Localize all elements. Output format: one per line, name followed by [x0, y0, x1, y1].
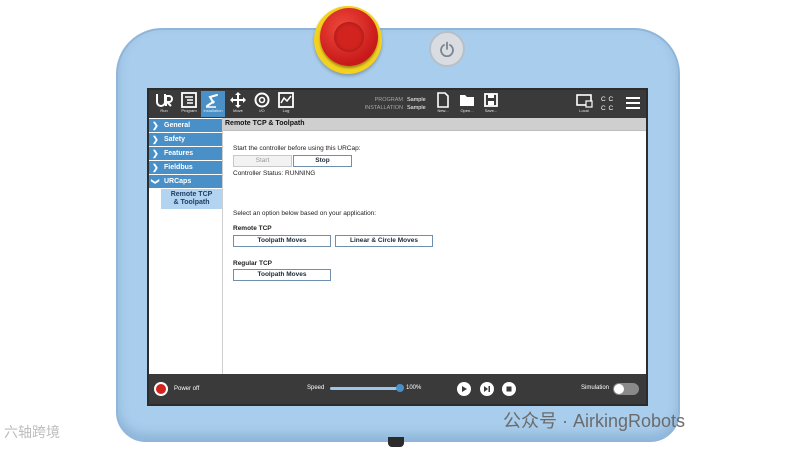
simulation-label: Simulation: [581, 385, 610, 391]
sidebar-item-label: Safety: [164, 136, 186, 143]
speed-label: Speed: [307, 385, 325, 391]
controller-status: Controller Status: RUNNING: [233, 170, 316, 177]
bottom-status-bar: Power off Speed 100% Simulation: [149, 374, 646, 404]
sidebar-item-features[interactable]: ❯ Features: [149, 147, 222, 160]
step-icon: [484, 386, 490, 392]
cc-indicator-top: C C: [601, 96, 614, 103]
tab-installation-label: Installation: [203, 108, 223, 113]
content-header: Remote TCP & Toolpath: [223, 118, 646, 131]
watermark-right-text: 公众号 · AirkingRobots: [503, 411, 686, 431]
regular-tcp-heading: Regular TCP: [233, 260, 273, 267]
sidebar-item-label: URCaps: [164, 178, 192, 185]
move-arrows-icon: [230, 92, 246, 108]
chevron-right-icon: ❯: [152, 163, 159, 172]
tab-run[interactable]: Run: [152, 91, 176, 117]
tab-io-label: I/O: [259, 108, 265, 113]
io-icon: [254, 92, 270, 108]
sidebar-item-general[interactable]: ❯ General: [149, 119, 222, 132]
sidebar-subitem-label-line2: & Toolpath: [173, 199, 210, 206]
stop-button[interactable]: Stop: [293, 155, 352, 167]
local-mode-button[interactable]: Local: [572, 91, 596, 117]
power-icon: [440, 41, 454, 57]
regular-toolpath-moves-button[interactable]: Toolpath Moves: [233, 269, 331, 281]
play-icon: [462, 386, 467, 392]
program-icon: [181, 92, 197, 108]
simulation-toggle-knob: [614, 384, 624, 394]
sidebar-subitem-label-line1: Remote TCP: [170, 191, 213, 198]
top-toolbar: Run Program Installation Move I/O Log PR…: [149, 90, 646, 118]
program-installation-labels: PROGRAM INSTALLATION: [361, 96, 403, 112]
remote-tcp-heading: Remote TCP: [233, 225, 272, 232]
tab-run-label: Run: [160, 108, 168, 113]
linear-circle-moves-button[interactable]: Linear & Circle Moves: [335, 235, 433, 247]
start-button[interactable]: Start: [233, 155, 292, 167]
installation-sidebar: ❯ General ❯ Safety ❯ Features ❯ Fieldbus…: [149, 118, 223, 374]
stop-icon: [506, 386, 512, 392]
cc-indicator-bottom: C C: [601, 105, 614, 112]
power-status-icon: [156, 384, 166, 394]
hamburger-menu-button[interactable]: [625, 96, 641, 115]
urcap-content-panel: Remote TCP & Toolpath Start the controll…: [223, 118, 646, 374]
save-icon: [484, 93, 498, 107]
tab-move-label: Move: [233, 108, 243, 113]
new-file-icon: [437, 92, 449, 108]
step-button[interactable]: [480, 382, 494, 396]
pendant-cable: [388, 437, 404, 447]
pendant-mode-icon: [576, 94, 593, 108]
play-button[interactable]: [457, 382, 471, 396]
tab-io[interactable]: I/O: [250, 91, 274, 117]
simulation-toggle[interactable]: [613, 383, 639, 395]
sidebar-item-urcaps[interactable]: ❯ URCaps: [149, 175, 222, 188]
watermark-left-text: 六轴跨境: [4, 424, 60, 440]
stop-program-button[interactable]: [502, 382, 516, 396]
save-button-label: Save...: [484, 108, 498, 113]
chevron-right-icon: ❯: [152, 135, 159, 144]
pendant-screen: Run Program Installation Move I/O Log PR…: [147, 88, 648, 406]
watermark-right: 公众号 · AirkingRobots: [503, 407, 685, 433]
pendant-power-button[interactable]: [429, 31, 465, 67]
sidebar-item-label: Features: [164, 150, 194, 157]
speed-value: 100%: [406, 385, 422, 391]
start-controller-prompt: Start the controller before using this U…: [233, 145, 361, 152]
tab-log[interactable]: Log: [274, 91, 298, 117]
ur-logo-icon: [156, 94, 173, 107]
tab-log-label: Log: [282, 108, 290, 113]
power-status-label: Power off: [174, 386, 200, 392]
power-off-button[interactable]: [154, 382, 168, 396]
installation-icon: [206, 94, 218, 108]
new-button[interactable]: New...: [431, 91, 455, 117]
program-label: PROGRAM: [374, 97, 403, 103]
folder-icon: [460, 95, 474, 106]
sidebar-item-label: General: [164, 122, 191, 129]
open-button-label: Open...: [460, 108, 474, 113]
chevron-down-icon: ❯: [150, 178, 160, 185]
sidebar-subitem-remote-tcp-toolpath[interactable]: Remote TCP & Toolpath: [161, 189, 222, 209]
chevron-right-icon: ❯: [152, 149, 159, 158]
remote-toolpath-moves-button[interactable]: Toolpath Moves: [233, 235, 331, 247]
emergency-stop-cap: [334, 22, 364, 52]
installation-name: Sample: [407, 105, 426, 111]
local-mode-label: Local: [579, 108, 589, 113]
speed-slider-handle[interactable]: [396, 384, 404, 392]
sidebar-item-safety[interactable]: ❯ Safety: [149, 133, 222, 146]
program-name: Sample: [407, 97, 426, 103]
option-prompt: Select an option below based on your app…: [233, 210, 377, 217]
speed-slider-track[interactable]: [330, 387, 400, 390]
save-button[interactable]: Save...: [479, 91, 503, 117]
sidebar-item-label: Fieldbus: [164, 164, 193, 171]
hamburger-menu-icon: [626, 97, 640, 109]
new-button-label: New...: [437, 108, 449, 113]
tab-move[interactable]: Move: [226, 91, 250, 117]
tab-installation[interactable]: Installation: [201, 91, 225, 117]
installation-label: INSTALLATION: [364, 105, 403, 111]
tab-program-label: Program: [181, 108, 197, 113]
program-installation-values: Sample Sample: [407, 96, 426, 112]
sidebar-item-fieldbus[interactable]: ❯ Fieldbus: [149, 161, 222, 174]
chevron-right-icon: ❯: [152, 121, 159, 130]
tab-program[interactable]: Program: [177, 91, 201, 117]
watermark-left: 六轴跨境: [4, 422, 60, 442]
open-button[interactable]: Open...: [455, 91, 479, 117]
cc-indicator[interactable]: C C C C: [601, 95, 614, 113]
log-icon: [278, 92, 294, 108]
